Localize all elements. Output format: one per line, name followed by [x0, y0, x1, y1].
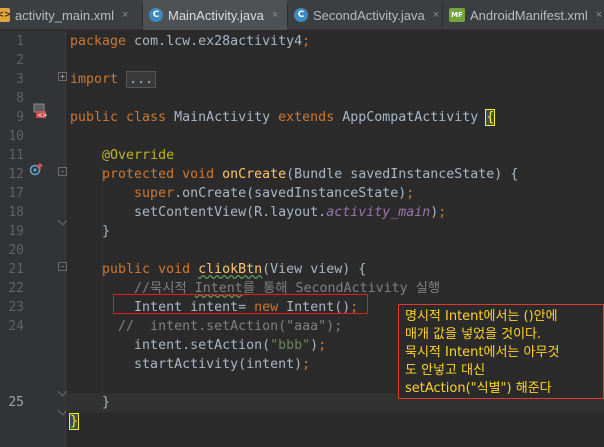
code-line-3: import ... [70, 70, 157, 89]
close-icon[interactable]: × [433, 9, 439, 21]
line-number: 20 [8, 243, 24, 258]
java-class-icon: C [149, 8, 163, 22]
editor-tab-bar: <> activity_main.xml × C MainActivity.ja… [0, 0, 604, 30]
line-number: 8 [16, 91, 24, 106]
code-line-12: protected void onCreate(Bundle savedInst… [102, 167, 519, 182]
annotation-line: 매개 값을 넣었을 것이다. [405, 327, 542, 342]
tab-second-activity-java[interactable]: C SecondActivity.java × [288, 0, 442, 30]
tab-android-manifest-xml[interactable]: MF AndroidManifest.xml × [443, 0, 604, 30]
android-activity-icon[interactable]: <> [31, 103, 48, 119]
code-line-14: setContentView(R.layout.activity_main); [134, 205, 447, 220]
code-line-22: startActivity(intent); [134, 357, 311, 372]
java-class-icon: C [294, 8, 308, 22]
highlight-box [113, 294, 368, 314]
annotation-line: 묵시적 Intent에서는 아무것 [405, 345, 560, 360]
tab-label: MainActivity.java [168, 7, 264, 23]
code-line-13: super.onCreate(savedInstanceState); [134, 186, 415, 201]
line-number: 23 [8, 300, 24, 315]
annotation-line: 명시적 Intent에서는 ()안에 [405, 309, 558, 324]
tab-activity-main-xml[interactable]: <> activity_main.xml × [0, 0, 142, 30]
line-number: 3 [16, 72, 24, 87]
code-line-1: package com.lcw.ex28activity4; [70, 34, 311, 49]
tab-label: SecondActivity.java [313, 7, 425, 23]
line-number: 12 [8, 167, 24, 182]
code-line-24: } [102, 395, 111, 410]
close-icon[interactable]: × [596, 9, 602, 21]
line-number: 10 [8, 129, 24, 144]
line-number-gutter: 1 2 3 8 9 10 11 12 17 18 19 20 21 22 23 … [0, 31, 68, 447]
close-icon[interactable]: × [122, 9, 128, 21]
line-number: 17 [8, 186, 24, 201]
svg-text:<>: <> [38, 112, 48, 119]
line-number: 24 [8, 319, 24, 334]
line-number: 19 [8, 224, 24, 239]
line-number: 11 [8, 148, 24, 163]
tab-label: AndroidManifest.xml [470, 7, 588, 23]
tab-label: activity_main.xml [15, 7, 114, 23]
code-line-20: // intent.setAction("aaa"); [118, 319, 343, 334]
line-number: 9 [16, 110, 24, 125]
line-number: 1 [16, 34, 24, 49]
code-line-15: } [102, 224, 111, 239]
matched-brace: } [68, 413, 80, 430]
tab-main-activity-java[interactable]: C MainActivity.java × [143, 0, 287, 30]
code-line-17: public void cliokBtn(View view) { [102, 262, 367, 277]
code-line-11: @Override [102, 148, 175, 163]
annotation-note: 명시적 Intent에서는 ()안에 매개 값을 넣었을 것이다. 묵시적 In… [398, 304, 604, 399]
line-number: 21 [8, 262, 24, 277]
code-line-9: public class MainActivity extends AppCom… [70, 109, 496, 126]
annotation-line: 도 안넣고 대신 [405, 363, 486, 378]
matched-brace: { [485, 109, 496, 126]
code-line-21: intent.setAction("bbb"); [134, 338, 327, 353]
xml-file-icon: <> [0, 8, 12, 22]
folded-imports[interactable]: ... [126, 71, 157, 88]
line-number: 2 [16, 53, 24, 68]
annotation-line: setAction("식별") 해준다 [405, 381, 552, 396]
line-number: 18 [8, 205, 24, 220]
line-number: 25 [8, 395, 24, 410]
close-icon[interactable]: × [272, 9, 278, 21]
code-line-25: } [68, 412, 80, 431]
line-number: 22 [8, 281, 24, 296]
manifest-file-icon: MF [449, 8, 465, 22]
override-method-icon[interactable] [29, 161, 45, 177]
